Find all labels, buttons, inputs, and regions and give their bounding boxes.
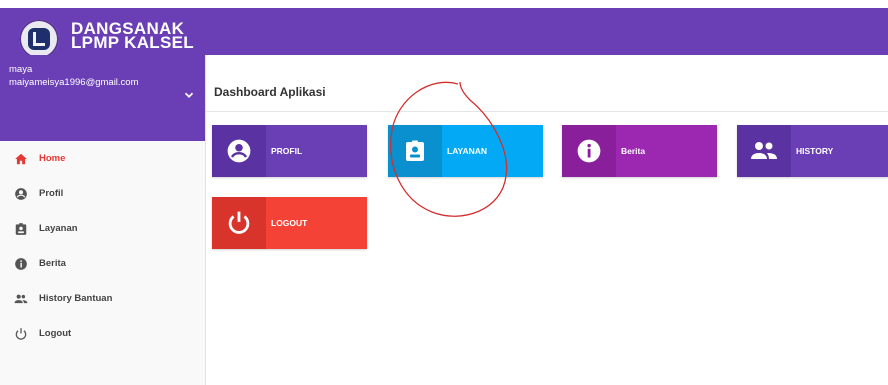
power-icon [228,211,250,234]
tile-label: HISTORY [796,146,834,156]
assignment-ind-icon [406,140,424,161]
sidebar-item-label: History Bantuan [39,293,113,304]
sidebar-item-logout[interactable]: Logout [0,316,205,351]
brand-line-2: LPMP KALSEL [71,33,194,52]
account-circle-icon [227,139,251,163]
tile-berita[interactable]: Berita [562,125,717,177]
page-title: Dashboard Aplikasi [214,85,326,99]
tile-label: Berita [621,146,646,156]
main-content: Dashboard Aplikasi PROFIL LAYANAN Berita… [206,55,888,385]
sidebar-item-label: Layanan [39,223,78,234]
chevron-down-icon[interactable] [182,88,196,102]
user-name: maya [9,64,33,75]
brand-title: DANGSANAK LPMP KALSEL [71,20,194,52]
info-icon [577,139,601,163]
power-icon [15,327,27,340]
tile-label: PROFIL [271,146,303,156]
sidebar: maya maiyameisya1996@gmail.com Home Prof… [0,55,206,385]
user-email: maiyameisya1996@gmail.com [9,77,139,88]
sidebar-item-label: Home [39,153,66,164]
sidebar-item-label: Logout [39,328,72,339]
sidebar-item-history-bantuan[interactable]: History Bantuan [0,281,205,316]
logo-mark-icon [33,32,45,46]
sidebar-item-berita[interactable]: Berita [0,246,205,281]
logo-badge [28,28,50,50]
tile-icon-box [212,125,266,177]
top-app-bar: DANGSANAK LPMP KALSEL [0,8,888,59]
tile-logout[interactable]: LOGOUT [212,197,367,249]
people-icon [751,142,777,159]
tile-label: LAYANAN [447,146,487,156]
sidebar-item-home[interactable]: Home [0,141,205,176]
people-icon [14,294,28,303]
tile-label: LOGOUT [271,218,308,228]
assignment-ind-icon [15,222,27,235]
home-icon [15,153,27,164]
sidebar-item-profil[interactable]: Profil [0,176,205,211]
app-logo[interactable] [19,19,59,59]
sidebar-item-label: Berita [39,258,66,269]
sidebar-item-label: Profil [39,188,64,199]
account-circle-icon [15,187,27,200]
divider [206,111,888,112]
tile-icon-box [737,125,791,177]
sidebar-nav: Home Profil Layanan Berita History Bantu… [0,141,205,351]
sidebar-item-layanan[interactable]: Layanan [0,211,205,246]
tile-icon-box [212,197,266,249]
tile-icon-box [388,125,442,177]
info-icon [15,257,27,270]
tile-layanan[interactable]: LAYANAN [388,125,543,177]
tile-history[interactable]: HISTORY [737,125,888,177]
tile-icon-box [562,125,616,177]
tile-profil[interactable]: PROFIL [212,125,367,177]
user-account-header[interactable]: maya maiyameisya1996@gmail.com [0,55,205,141]
